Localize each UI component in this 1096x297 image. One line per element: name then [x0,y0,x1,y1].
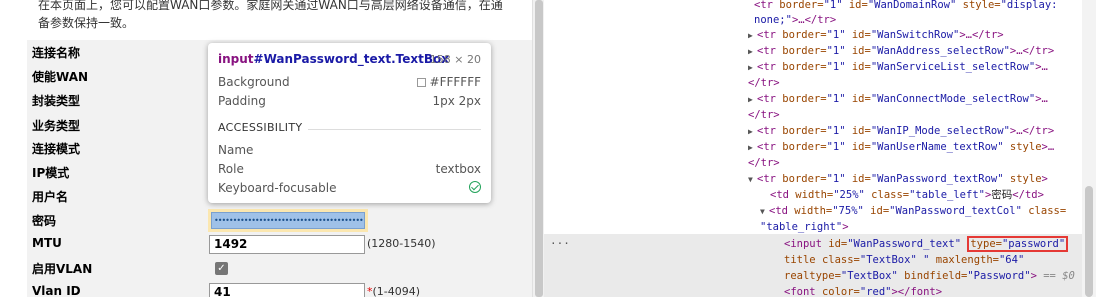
label-username: 用户名 [32,190,69,204]
label-enable-wan: 使能WAN [32,70,89,84]
row-vlan-id: Vlan ID 41 *(1-4094) [27,281,532,297]
scrollbar-thumb[interactable] [1085,186,1093,297]
vlan-id-input[interactable]: 41 [209,283,365,297]
role-label: Role [218,162,244,176]
tooltip-background-row: Background #FFFFFF [218,75,481,91]
label-ip-mode: IP模式 [32,166,70,180]
dom-line-servicelistrow[interactable]: ▶ <tr border="1" id="WanServiceList_selec… [748,59,1082,75]
label-encap-type: 封装类型 [32,94,81,108]
input-type-value: "password" [1001,238,1066,250]
devtools-elements-panel: ··· <tr border="1" id="WanDomainRow" sty… [544,0,1096,297]
tooltip-role-row: Role textbox [218,162,481,178]
input-id-value: "WanPassword_text" [847,238,962,250]
background-value: #FFFFFF [416,75,481,89]
vlan-id-hint: *(1-4094) [367,285,420,297]
selected-node-marker: == $0 [1043,270,1075,282]
maxlength-value: "64" [998,254,1025,266]
label-password: 密码 [32,214,57,228]
label-connection-name: 连接名称 [32,46,81,60]
label-service-type: 业务类型 [32,119,81,133]
page-scrollbar[interactable] [532,0,544,297]
focus-label: Keyboard-focusable [218,181,337,195]
node-menu-ellipsis[interactable]: ··· [550,237,570,250]
section-divider [308,129,481,130]
padding-label: Padding [218,94,266,108]
tooltip-selector: #WanPassword_text.TextBox [253,52,449,66]
password-mask: ••••••••••••••••••••••••••••••••••••••••… [214,216,364,225]
label-connection-mode: 连接模式 [32,142,81,156]
td2-width: "75%" [832,205,864,217]
dom-line-td-left[interactable]: <td width="25%" class="table_left">密码</t… [770,187,1082,203]
inspect-tooltip: input#WanPassword_text.TextBox 158 × 20 … [208,43,491,203]
check-circle-icon [469,181,481,193]
dom-line-close-tr[interactable]: </tr> [748,155,1082,171]
dom-line-font[interactable]: <font color="red"></font> [784,284,1082,297]
td1-text: 密码 [991,189,1013,201]
intro-line-1: 在本页面上，您可以配置WAN口参数。家庭网关通过WAN口与高层网络设备通信，在通 [38,0,503,12]
font-color-value: "red" [859,286,892,297]
tooltip-size: 158 × 20 [429,53,481,66]
row-enable-vlan: 启用VLAN ✓ [27,257,532,281]
web-page: 在本页面上，您可以配置WAN口参数。家庭网关通过WAN口与高层网络设备通信，在通… [0,0,532,297]
td2-id: "WanPassword_textCol" [889,205,1022,217]
td1-width: "25%" [833,189,865,201]
dom-line-input-attrs2[interactable]: realtype="TextBox" bindfield="Password">… [784,268,1082,284]
dom-line-switchrow[interactable]: ▶ <tr border="1" id="WanSwitchRow">…</tr> [748,27,1082,43]
role-value: textbox [435,162,481,176]
dom-line-addressrow[interactable]: ▶ <tr border="1" id="WanAddress_selectRow… [748,43,1082,59]
td2-class-attr: class= [1028,205,1067,217]
td2-class-value: "table_right" [760,221,843,233]
intro-line-2: 备参数保持一致。 [38,16,135,30]
tooltip-focus-row: Keyboard-focusable [218,181,481,197]
title-attr: title [784,254,822,266]
dom-line-ipmoderow[interactable]: ▶ <tr border="1" id="WanIP_Mode_selectRow… [748,123,1082,139]
expand-arrow-icon[interactable]: ▶ [748,140,757,156]
dom-line-input-attrs[interactable]: title class="TextBox" " maxlength="64" [784,252,1082,268]
dom-line-td-right[interactable]: ▼ <td width="75%" id="WanPassword_textCol… [760,203,1082,219]
expand-arrow-icon[interactable]: ▶ [748,60,757,76]
page-intro: 在本页面上，您可以配置WAN口参数。家庭网关通过WAN口与高层网络设备通信，在通… [38,0,532,32]
dom-line-close-tr[interactable]: </tr> [748,75,1082,91]
tooltip-padding-row: Padding 1px 2px [218,94,481,110]
bindfield-value: "Password" [967,270,1031,282]
mtu-input[interactable]: 1492 [209,235,365,254]
background-hex: #FFFFFF [429,75,481,89]
vlan-id-range: (1-4094) [372,285,421,297]
dom-line-domainrow-cont[interactable]: none;">…</tr> [754,12,1082,28]
dom-line-close-tr[interactable]: </tr> [748,107,1082,123]
background-label: Background [218,75,290,89]
name-label: Name [218,143,254,157]
vlan-checkbox[interactable]: ✓ [215,262,228,275]
expand-arrow-icon[interactable]: ▶ [748,124,757,140]
row-mtu: MTU 1492 (1280-1540) [27,233,532,257]
realtype-value: "TextBox" [840,270,898,282]
input-class-value: "TextBox" [859,254,917,266]
label-vlan-id: Vlan ID [32,284,81,297]
expand-arrow-icon[interactable]: ▶ [748,28,757,44]
label-enable-vlan: 启用VLAN [32,262,93,276]
devtools-scrollbar[interactable] [1082,0,1096,297]
td1-class: "table_left" [909,189,985,201]
tooltip-tag: input [218,52,254,66]
expand-arrow-icon[interactable]: ▶ [748,92,757,108]
collapse-arrow-icon[interactable]: ▼ [760,204,769,220]
password-input[interactable]: ••••••••••••••••••••••••••••••••••••••••… [211,212,365,229]
collapse-arrow-icon[interactable]: ▼ [748,172,757,188]
label-mtu: MTU [32,236,62,250]
dom-line-usernamerow[interactable]: ▶ <tr border="1" id="WanUserName_textRow"… [748,139,1082,155]
dom-line-connectmoderow[interactable]: ▶ <tr border="1" id="WanConnectMode_selec… [748,91,1082,107]
dom-line-passwordrow[interactable]: ▼ <tr border="1" id="WanPassword_textRow"… [748,171,1082,187]
accessibility-header: ACCESSIBILITY [218,121,303,134]
dom-line-input-selected[interactable]: <input id="WanPassword_text" type="passw… [784,236,1082,252]
color-swatch-icon [416,77,426,87]
dom-line-td-right-cont[interactable]: "table_right"> [760,219,1082,235]
tooltip-title: input#WanPassword_text.TextBox [218,52,449,66]
expand-arrow-icon[interactable]: ▶ [748,44,757,60]
padding-value: 1px 2px [432,94,481,108]
scrollbar-thumb[interactable] [535,0,543,297]
mtu-hint: (1280-1540) [367,237,436,250]
focusable-value [469,181,481,193]
type-attr-highlight: type="password" [967,236,1069,252]
tooltip-name-row: Name [218,143,481,159]
